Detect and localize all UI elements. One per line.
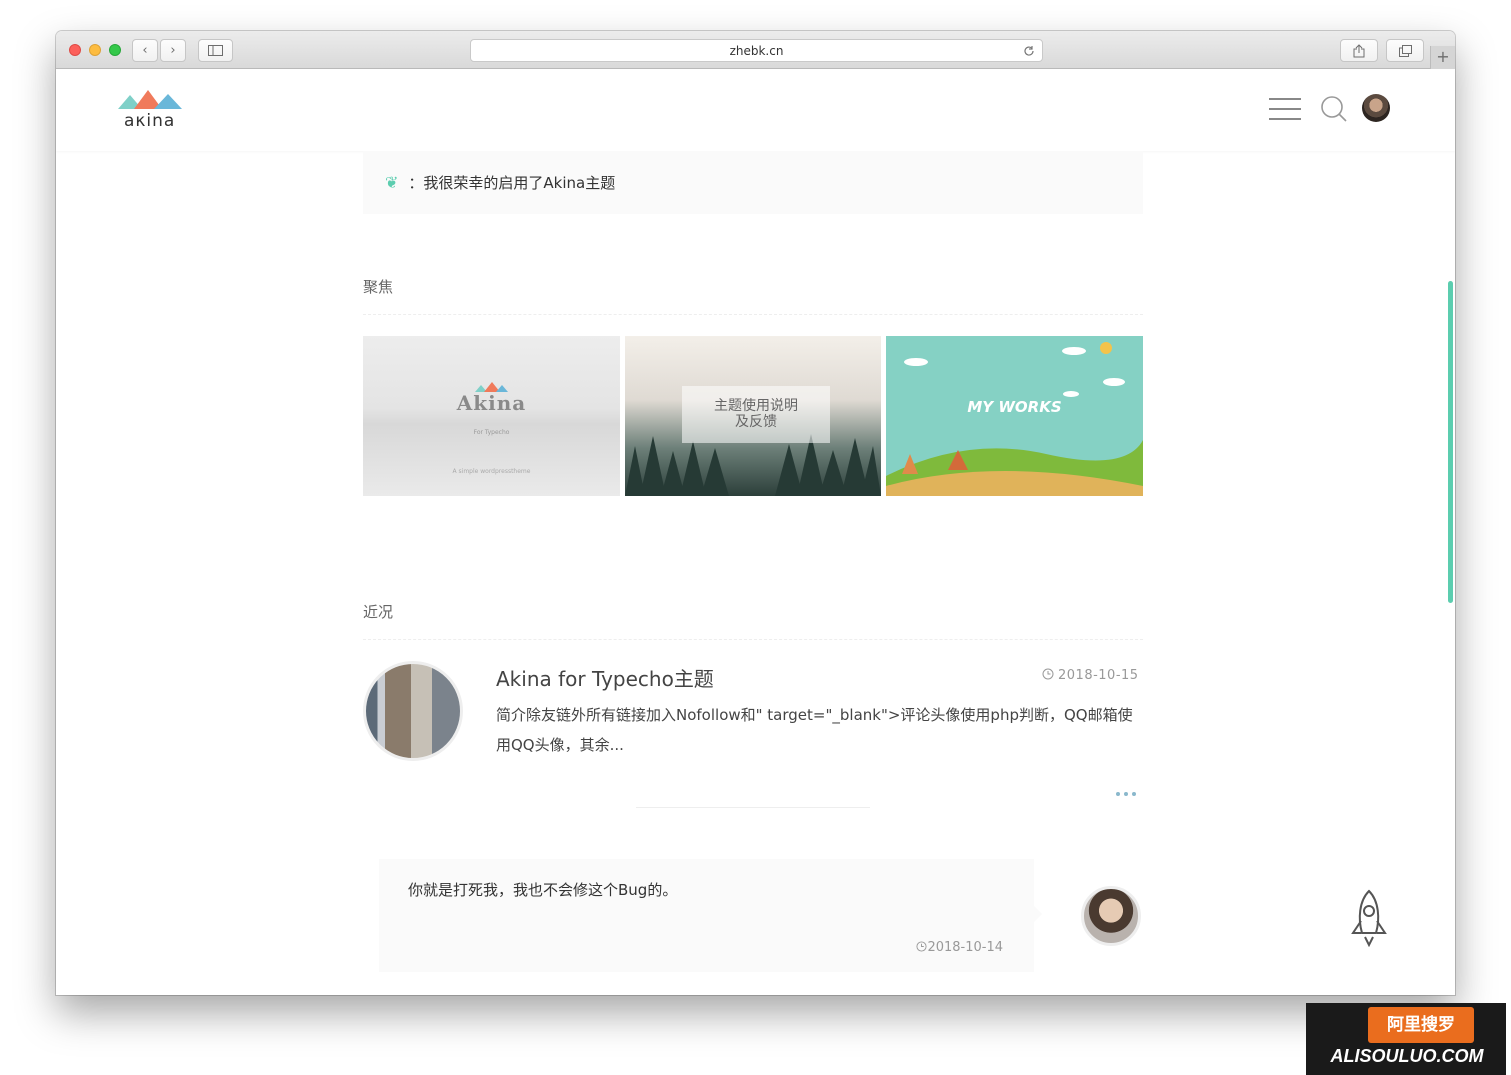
focus-card-works[interactable]: MY WORKS: [886, 336, 1143, 496]
new-tab-button[interactable]: +: [1430, 46, 1455, 69]
close-window-button[interactable]: [69, 44, 81, 56]
back-icon: ‹: [142, 43, 148, 58]
card-caption: A simple wordpresstheme: [452, 468, 531, 475]
card-subtitle: For Typecho: [473, 429, 510, 436]
landscape-illustration: [886, 342, 1143, 496]
browser-toolbar: ‹ › zhebk.cn +: [56, 31, 1455, 69]
tabs-icon: [1398, 44, 1412, 57]
rocket-icon[interactable]: [1349, 889, 1389, 947]
scrollbar-thumb[interactable]: [1448, 281, 1453, 603]
menu-icon[interactable]: [1269, 98, 1301, 120]
divider: [363, 639, 1143, 640]
divider: [363, 314, 1143, 315]
minimize-window-button[interactable]: [89, 44, 101, 56]
clock-icon: [1042, 668, 1054, 680]
card-title: Akina: [456, 391, 527, 415]
comment-text: 你就是打死我，我也不会修这个Bug的。: [408, 881, 678, 899]
avatar[interactable]: [1362, 94, 1390, 122]
sidebar-button[interactable]: [198, 39, 233, 62]
watermark-url: ALISOULUO.COM: [1330, 1046, 1484, 1066]
card-title: MY WORKS: [967, 398, 1062, 416]
site-logo[interactable]: aκina: [118, 88, 184, 131]
comment-avatar[interactable]: [1081, 886, 1141, 946]
clock-icon: [916, 941, 927, 952]
share-button[interactable]: [1340, 39, 1378, 62]
watermark-badge: 阿里搜罗: [1368, 1007, 1474, 1043]
leaf-icon: ❦: [385, 173, 399, 192]
card-title: 主题使用说明 及反馈: [682, 386, 830, 443]
post-title[interactable]: Akina for Typecho主题: [496, 663, 714, 692]
zoom-window-button[interactable]: [109, 44, 121, 56]
focus-cards: Akina For Typecho A simple wordpressthem…: [363, 336, 1143, 496]
focus-card-guide[interactable]: 主题使用说明 及反馈: [625, 336, 881, 496]
post-excerpt: 简介除友链外所有链接加入Nofollow和" target="_blank">评…: [496, 706, 1133, 754]
logo-text: aκina: [124, 111, 176, 131]
notice-text: ：我很荣幸的启用了Akina主题: [408, 174, 616, 192]
post-date: 2018-10-15: [1042, 668, 1139, 683]
sidebar-icon: [208, 45, 223, 56]
more-dots-icon[interactable]: [1116, 781, 1146, 796]
comment-date: 2018-10-14: [916, 940, 1003, 955]
focus-section-title: 聚焦: [363, 278, 394, 296]
notice-bar: ❦ ：我很荣幸的启用了Akina主题: [363, 151, 1143, 214]
url-text: zhebk.cn: [729, 44, 784, 58]
reload-icon[interactable]: [1023, 40, 1035, 62]
recent-section-title: 近况: [363, 603, 394, 621]
watermark: 阿里搜罗 ALISOULUO.COM: [1306, 1003, 1506, 1075]
search-icon[interactable]: [1320, 95, 1348, 123]
comment-bubble: 你就是打死我，我也不会修这个Bug的。 2018-10-14: [379, 859, 1034, 972]
forward-icon: ›: [170, 43, 176, 58]
address-bar[interactable]: zhebk.cn: [470, 39, 1043, 62]
logo-mountains-icon: [118, 90, 182, 109]
post-thumbnail[interactable]: [363, 661, 463, 761]
tabs-button[interactable]: [1386, 39, 1424, 62]
site-header: aκina: [56, 70, 1455, 151]
forward-button[interactable]: ›: [160, 39, 186, 62]
share-icon: [1353, 43, 1365, 57]
back-button[interactable]: ‹: [132, 39, 158, 62]
comment-pointer: [1034, 906, 1042, 922]
divider: [636, 807, 870, 808]
browser-window: ‹ › zhebk.cn + aκina ❦ ：我很荣幸的启用了Akina主题 …: [56, 31, 1455, 995]
focus-card-akina[interactable]: Akina For Typecho A simple wordpressthem…: [363, 336, 620, 496]
